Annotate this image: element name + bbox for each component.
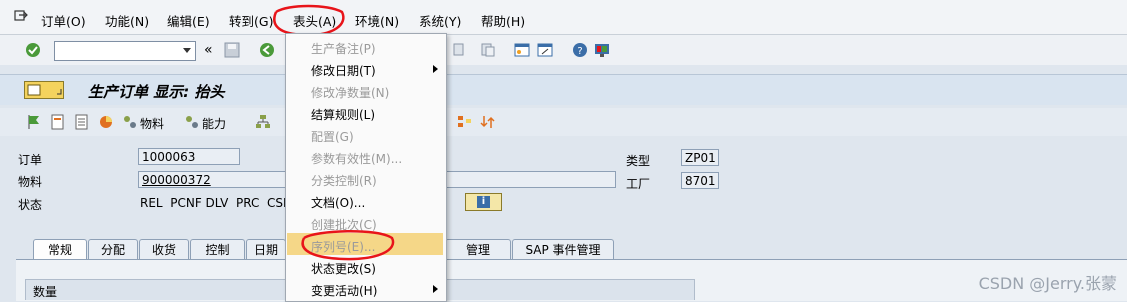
tab-general[interactable]: 常规	[33, 239, 87, 259]
submenu-arrow-icon	[433, 285, 438, 293]
sort-icon[interactable]	[480, 114, 496, 130]
title-bar: 生产订单 显示: 抬头	[0, 74, 1127, 105]
collapse-chevron-icon[interactable]: «	[204, 42, 213, 58]
menu-order[interactable]: 订单(O)	[41, 11, 86, 30]
application-toolbar: 物料 能力	[0, 108, 1127, 136]
quantity-section-title: 数量	[33, 285, 58, 299]
flag-icon[interactable]	[26, 114, 42, 130]
type-field[interactable]: ZP01	[681, 149, 719, 166]
shortcut-icon[interactable]	[537, 42, 553, 58]
hierarchy-icon[interactable]	[255, 114, 271, 130]
menu-function[interactable]: 功能(N)	[105, 11, 149, 30]
plant-label: 工厂	[626, 177, 651, 191]
tab-control[interactable]: 控制	[190, 239, 245, 259]
menu-item-parameter-effectivity[interactable]: 参数有效性(M)...	[311, 150, 402, 167]
capacity-icon[interactable]	[184, 114, 200, 130]
enter-check-icon[interactable]	[25, 42, 41, 58]
pie-icon[interactable]	[98, 114, 114, 130]
menu-goto[interactable]: 转到(G)	[229, 11, 273, 30]
menu-item-change-activity[interactable]: 变更活动(H)	[311, 282, 377, 299]
status-info-button[interactable]: i	[465, 193, 502, 211]
submenu-arrow-icon	[433, 65, 438, 73]
svg-text:?: ?	[577, 46, 582, 57]
document-icon[interactable]	[50, 114, 66, 130]
customize-layout-icon[interactable]	[594, 42, 610, 58]
tab-management[interactable]: 管理	[445, 239, 511, 259]
annotation-circle-serial-number	[301, 230, 395, 261]
capacity-button-label[interactable]: 能力	[202, 115, 226, 132]
menu-item-production-note[interactable]: 生产备注(P)	[311, 40, 376, 57]
find-next-icon[interactable]	[480, 42, 496, 58]
tab-assignment[interactable]: 分配	[88, 239, 138, 259]
tab-sap-event-management[interactable]: SAP 事件管理	[512, 239, 614, 259]
menu-item-change-net-quantity[interactable]: 修改净数量(N)	[311, 84, 389, 101]
tab-goods-receipt[interactable]: 收货	[139, 239, 189, 259]
menu-help[interactable]: 帮助(H)	[481, 11, 525, 30]
menu-environment[interactable]: 环境(N)	[355, 11, 399, 30]
order-label: 订单	[18, 153, 43, 167]
material-button-label[interactable]: 物料	[140, 115, 164, 132]
command-field[interactable]	[54, 41, 196, 61]
help-icon[interactable]: ?	[572, 42, 588, 58]
type-label: 类型	[626, 154, 651, 168]
tab-dates[interactable]: 日期	[246, 239, 286, 259]
info-icon: i	[477, 196, 490, 208]
plant-field[interactable]: 8701	[681, 172, 719, 189]
find-icon[interactable]	[452, 42, 468, 58]
watermark: CSDN @Jerry.张蒙	[978, 274, 1117, 293]
page-title: 生产订单 显示: 抬头	[88, 83, 225, 101]
order-field[interactable]: 1000063	[138, 148, 240, 165]
menu-item-change-dates[interactable]: 修改日期(T)	[311, 62, 376, 79]
menu-exit-icon[interactable]	[14, 9, 28, 22]
menu-bar: 订单(O) 功能(N) 编辑(E) 转到(G) 表头(A) 环境(N) 系统(Y…	[0, 0, 1127, 35]
menu-item-status-change[interactable]: 状态更改(S)	[311, 260, 376, 277]
menu-system[interactable]: 系统(Y)	[419, 11, 461, 30]
menu-item-configuration[interactable]: 配置(G)	[311, 128, 354, 145]
screen-menu-icon[interactable]	[24, 81, 64, 99]
menu-item-settlement-rule[interactable]: 结算规则(L)	[311, 106, 375, 123]
status-value: REL PCNF DLV PRC CSER	[140, 196, 299, 210]
menu-item-classification-control[interactable]: 分类控制(R)	[311, 172, 377, 189]
new-session-icon[interactable]	[514, 42, 530, 58]
material-label: 物料	[18, 175, 43, 189]
menu-edit[interactable]: 编辑(E)	[167, 11, 210, 30]
status-label: 状态	[18, 198, 43, 212]
menu-item-documents[interactable]: 文档(O)...	[311, 194, 365, 211]
material-icon[interactable]	[122, 114, 138, 130]
save-icon[interactable]	[224, 42, 240, 58]
structure-icon[interactable]	[457, 114, 473, 130]
list-icon[interactable]	[74, 114, 90, 130]
chevron-down-icon[interactable]	[183, 48, 191, 53]
back-icon[interactable]	[259, 42, 275, 58]
